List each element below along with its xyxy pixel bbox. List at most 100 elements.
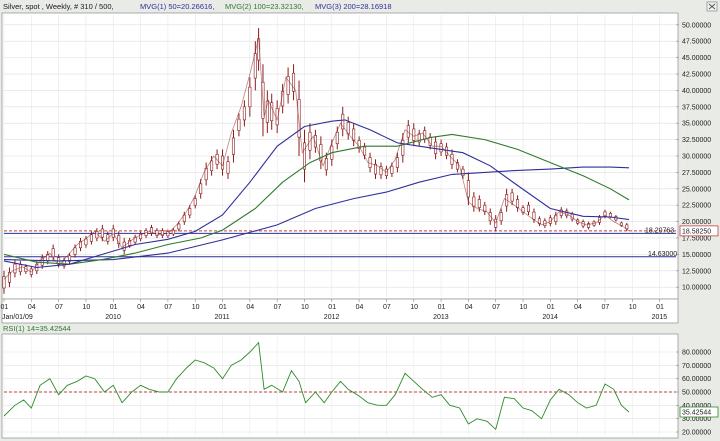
month-tick-label: 07 (274, 304, 282, 311)
year-label: 2012 (324, 314, 340, 321)
price-y-tick-label: 10.00000 (682, 285, 711, 292)
candle-body (84, 238, 88, 246)
chart-title: Silver, spot , Weekly, # 310 / 500, (3, 2, 114, 11)
candle-body (210, 160, 214, 172)
rsi-y-tick-label: 70.00000 (682, 363, 711, 370)
rsi-y-tick-label: 60.00000 (682, 376, 711, 383)
month-tick-label: 04 (356, 304, 364, 311)
support-upper-label: 18.20763 (645, 227, 674, 234)
price-y-tick-label: 17.50000 (682, 235, 711, 242)
month-tick-label: 04 (465, 304, 473, 311)
candle-body (608, 213, 612, 217)
candle-body (532, 211, 536, 220)
candle-body (73, 247, 77, 255)
month-tick-label: 01 (1, 304, 9, 311)
candle-body (516, 199, 520, 208)
month-tick-label: 10 (629, 304, 637, 311)
rsi-title: RSI(1) 14=35.42544 (3, 324, 71, 333)
month-tick-label: 01 (656, 304, 664, 311)
candle-body (477, 199, 481, 208)
candle-body (302, 142, 306, 170)
candle-body (237, 118, 241, 131)
month-tick-label: 01 (219, 304, 227, 311)
candle-body (253, 53, 257, 79)
candle-body (335, 131, 339, 145)
month-tick-label: 07 (383, 304, 391, 311)
chart-canvas: Silver, spot , Weekly, # 310 / 500, MVG(… (0, 0, 720, 439)
price-y-tick-label: 22.50000 (682, 203, 711, 210)
candle-body (363, 146, 367, 156)
month-tick-label: 01 (110, 304, 118, 311)
year-label: 2014 (542, 314, 558, 321)
rsi-y-tick-label: 80.00000 (682, 350, 711, 357)
candle-body (51, 248, 55, 258)
candle-body (231, 137, 235, 155)
candle-body (193, 198, 197, 206)
month-tick-label: 07 (492, 304, 500, 311)
price-y-tick-label: 30.00000 (682, 154, 711, 161)
month-tick-label: 10 (520, 304, 528, 311)
year-label: Jan/01/09 (2, 314, 33, 321)
candle-body (177, 223, 181, 230)
candle-body (160, 230, 164, 236)
month-tick-label: 07 (164, 304, 172, 311)
month-tick-label: 04 (574, 304, 582, 311)
candle-body (499, 212, 503, 222)
month-tick-label: 01 (547, 304, 555, 311)
mvg2-label: MVG(2) 100=23.32130, (225, 2, 304, 11)
price-y-tick-label: 45.00000 (682, 55, 711, 62)
month-tick-label: 01 (328, 304, 336, 311)
price-y-axis: 10.00000 12.50000 15.00000 17.50000 20.00000… (676, 22, 711, 292)
month-tick-label: 04 (246, 304, 254, 311)
price-y-tick-label: 15.00000 (682, 252, 711, 259)
last-price-label: 18.58250 (682, 228, 711, 235)
candle-body (155, 230, 159, 236)
candle-body (466, 180, 470, 198)
month-tick-label: 10 (82, 304, 90, 311)
rsi-y-axis: 20.0000030.0000040.0000050.0000060.00000… (676, 350, 711, 437)
month-tick-label: 07 (55, 304, 63, 311)
month-tick-label: 04 (28, 304, 36, 311)
candle-body (434, 141, 438, 154)
year-label: 2011 (215, 314, 230, 321)
price-y-tick-label: 42.50000 (682, 72, 711, 79)
month-tick-label: 04 (137, 304, 145, 311)
price-y-tick-label: 50.00000 (682, 22, 711, 29)
time-axis (1, 298, 679, 324)
candle-body (439, 143, 443, 153)
chart-window: Silver, spot , Weekly, # 310 / 500, MVG(… (0, 0, 720, 441)
candle-body (412, 128, 416, 141)
candle-body (89, 234, 93, 242)
price-y-tick-label: 27.50000 (682, 170, 711, 177)
rsi-y-tick-label: 50.00000 (682, 390, 711, 397)
candle-body (171, 229, 175, 235)
rsi-last-value-text: 35.42544 (682, 410, 711, 417)
month-tick-label: 10 (410, 304, 418, 311)
rsi-value-label: 35.42544 (679, 406, 719, 418)
price-y-tick-label: 40.00000 (682, 88, 711, 95)
candle-body (226, 161, 230, 174)
close-window-button[interactable] (706, 1, 718, 12)
candle-body (13, 263, 17, 274)
month-tick-label: 07 (601, 304, 609, 311)
candle-body (242, 106, 246, 121)
price-y-tick-label: 47.50000 (682, 39, 711, 46)
year-label: 2010 (105, 314, 121, 321)
price-y-tick-label: 25.00000 (682, 186, 711, 193)
candle-body (510, 192, 514, 202)
rsi-y-tick-label: 20.00000 (682, 430, 711, 437)
month-tick-label: 10 (192, 304, 200, 311)
price-y-tick-label: 12.50000 (682, 268, 711, 275)
year-label: 2015 (652, 314, 668, 321)
price-y-tick-label: 32.50000 (682, 137, 711, 144)
candle-body (199, 183, 203, 195)
candle-body (100, 228, 104, 238)
candle-body (395, 157, 399, 168)
month-tick-label: 10 (301, 304, 309, 311)
candle-body (248, 86, 252, 108)
year-label: 2013 (433, 314, 449, 321)
mvg3-label: MVG(3) 200=28.16918 (315, 2, 392, 11)
price-y-tick-label: 35.00000 (682, 121, 711, 128)
candle-body (526, 204, 530, 213)
rsi-pane (1, 333, 679, 439)
